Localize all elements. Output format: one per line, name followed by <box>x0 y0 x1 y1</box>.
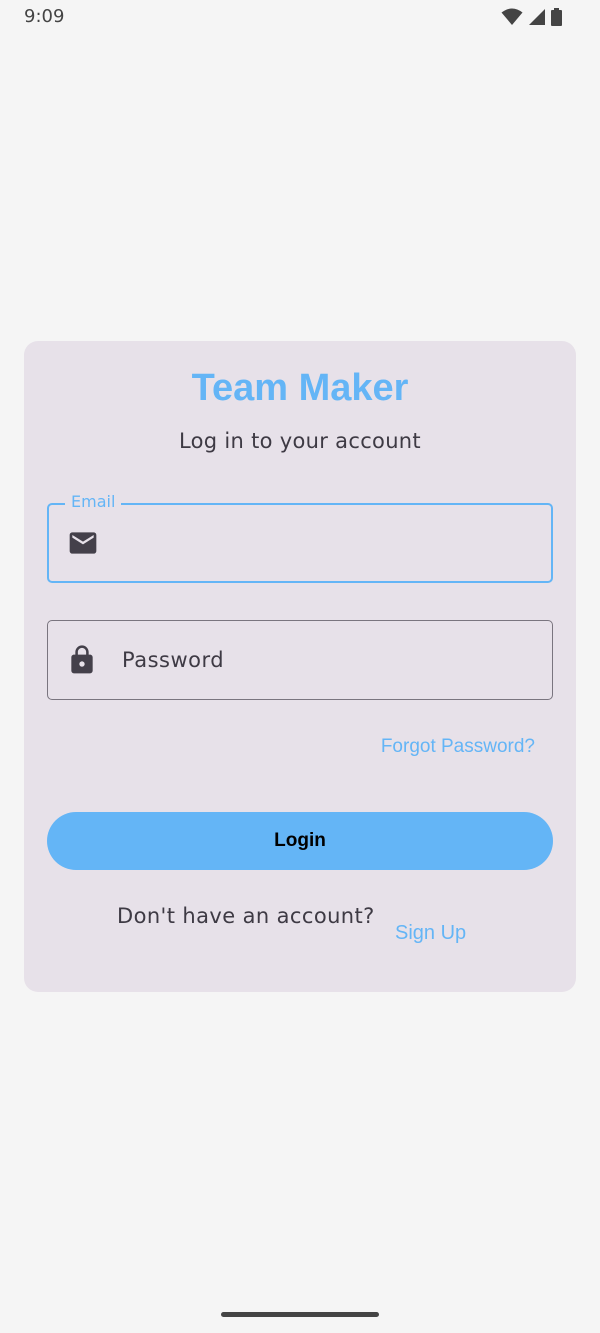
status-time: 9:09 <box>24 6 65 27</box>
wifi-icon <box>501 8 523 26</box>
battery-icon <box>551 8 562 26</box>
app-title: Team Maker <box>191 367 409 409</box>
status-bar: 9:09 <box>0 0 600 36</box>
lock-icon <box>66 644 98 676</box>
password-field[interactable] <box>47 620 553 700</box>
mail-icon <box>67 527 99 559</box>
login-button[interactable]: Login <box>47 812 553 870</box>
email-input[interactable] <box>123 505 535 581</box>
login-card: Team Maker Log in to your account Email … <box>24 341 576 992</box>
status-icons <box>501 8 562 26</box>
login-subtitle: Log in to your account <box>179 429 421 453</box>
password-input[interactable] <box>122 621 536 699</box>
gesture-nav-handle[interactable] <box>221 1312 379 1317</box>
sign-up-link[interactable]: Sign Up <box>395 922 466 945</box>
cell-signal-icon <box>528 8 546 26</box>
email-field[interactable]: Email <box>47 492 553 583</box>
forgot-password-link[interactable]: Forgot Password? <box>381 736 535 758</box>
no-account-text: Don't have an account? <box>117 904 375 928</box>
email-field-label: Email <box>65 492 122 511</box>
